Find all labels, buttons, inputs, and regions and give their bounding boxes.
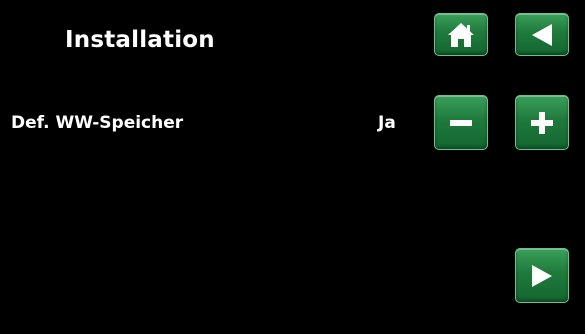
page-title: Installation xyxy=(65,27,215,53)
arrow-left-icon xyxy=(528,21,556,49)
arrow-right-icon xyxy=(528,262,556,290)
back-button[interactable] xyxy=(515,13,569,56)
decrease-button[interactable] xyxy=(434,95,488,150)
next-button[interactable] xyxy=(515,248,569,303)
setting-value: Ja xyxy=(378,113,396,133)
home-icon xyxy=(446,20,476,50)
setting-label: Def. WW-Speicher xyxy=(11,113,184,133)
plus-icon xyxy=(529,110,555,136)
minus-icon xyxy=(448,110,474,136)
home-button[interactable] xyxy=(434,13,488,56)
increase-button[interactable] xyxy=(515,95,569,150)
